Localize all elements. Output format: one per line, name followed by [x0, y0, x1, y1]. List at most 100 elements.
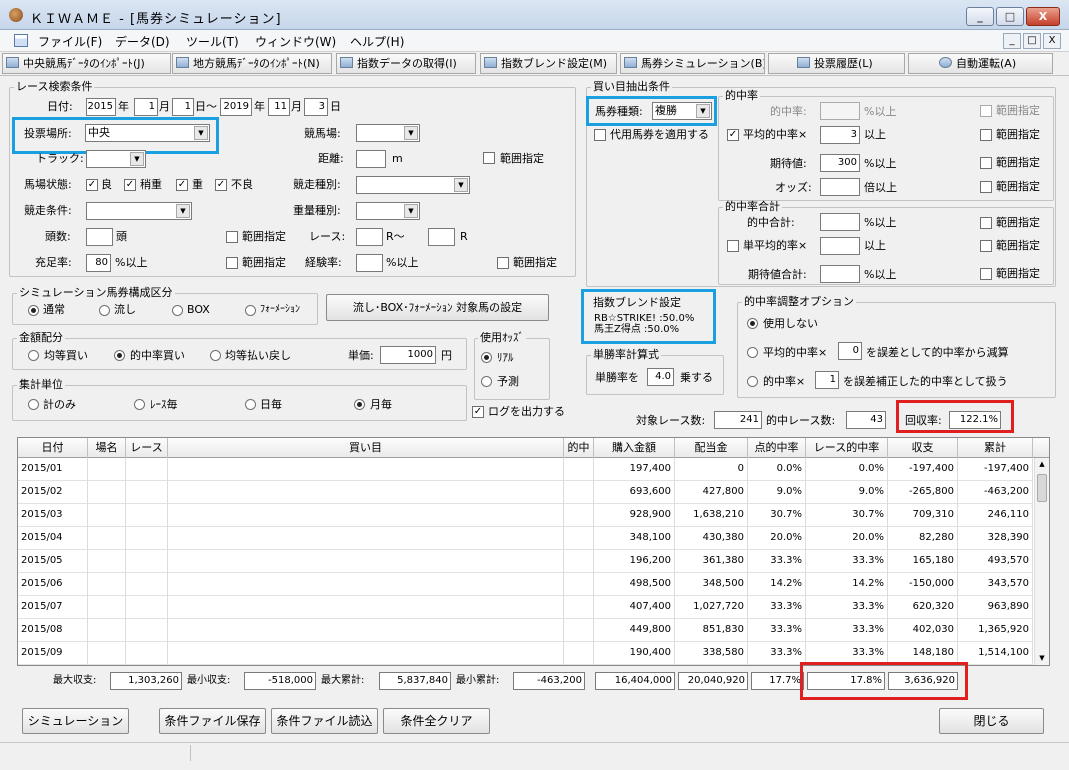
weight-type-select[interactable]: ▼ — [356, 202, 420, 220]
distance-input[interactable] — [356, 150, 386, 168]
col-date[interactable]: 日付 — [18, 438, 88, 458]
maximize-button[interactable]: □ — [996, 7, 1024, 26]
menu-file[interactable]: ファイル(F) — [38, 33, 102, 50]
odds-input[interactable] — [820, 178, 860, 196]
money-hit-radio[interactable] — [114, 350, 125, 361]
chevron-up-icon[interactable]: ▲ — [1037, 460, 1047, 470]
cond-good-checkbox[interactable]: ✓ — [86, 179, 98, 191]
clear-condition-button[interactable]: 条件全クリア — [383, 708, 490, 734]
distance-range-checkbox[interactable] — [483, 152, 495, 164]
mdi-close-button[interactable]: X — [1043, 33, 1061, 49]
target-horse-button[interactable]: 流し･BOX･ﾌｫｰﾒｰｼｮﾝ 対象馬の設定 — [326, 294, 549, 321]
cond-bad-checkbox[interactable]: ✓ — [215, 179, 227, 191]
total-hit-range-checkbox[interactable] — [980, 217, 992, 229]
from-year-input[interactable]: 2015 — [86, 98, 116, 116]
agg-race-radio[interactable] — [134, 399, 145, 410]
sim-box-radio[interactable] — [172, 305, 183, 316]
menu-data[interactable]: データ(D) — [115, 33, 170, 50]
adjust-correct-radio[interactable] — [747, 376, 758, 387]
heads-input[interactable] — [86, 228, 113, 246]
index-fetch-button[interactable]: 指数データの取得(I) — [336, 53, 476, 74]
venue-select[interactable]: 中央 ▼ — [85, 124, 210, 142]
simulation-tab-button[interactable]: 馬券シミュレーション(B) — [620, 53, 765, 74]
from-day-input[interactable]: 1 — [172, 98, 194, 116]
course-select[interactable]: ▼ — [356, 124, 420, 142]
menu-tools[interactable]: ツール(T) — [186, 33, 239, 50]
close-window-button[interactable]: X — [1026, 7, 1060, 26]
col-race-hit[interactable]: レース的中率 — [806, 438, 888, 458]
col-point-hit[interactable]: 点的中率 — [748, 438, 806, 458]
money-payout-radio[interactable] — [210, 350, 221, 361]
agg-day-radio[interactable] — [245, 399, 256, 410]
mdi-restore-button[interactable]: □ — [1023, 33, 1041, 49]
sim-formation-radio[interactable] — [245, 305, 256, 316]
ev-total-input[interactable] — [820, 265, 860, 283]
to-day-input[interactable]: 3 — [304, 98, 328, 116]
table-row[interactable]: 2015/06 498,500 348,500 14.2% 14.2% -150,000 3… — [18, 573, 1033, 596]
total-hit-input[interactable] — [820, 213, 860, 231]
col-balance[interactable]: 収支 — [888, 438, 958, 458]
import-local-button[interactable]: 地方競馬ﾃﾞｰﾀのｲﾝﾎﾟｰﾄ(N) — [172, 53, 332, 74]
race-from-input[interactable] — [356, 228, 383, 246]
import-central-button[interactable]: 中央競馬ﾃﾞｰﾀのｲﾝﾎﾟｰﾄ(J) — [2, 53, 171, 74]
race-type-select[interactable]: ▼ — [356, 176, 470, 194]
winrate-input[interactable]: 4.0 — [647, 368, 674, 386]
close-button[interactable]: 閉じる — [939, 708, 1044, 734]
load-condition-button[interactable]: 条件ファイル読込 — [271, 708, 378, 734]
minimize-button[interactable]: _ — [966, 7, 994, 26]
cond-heavy-checkbox[interactable]: ✓ — [176, 179, 188, 191]
simulate-button[interactable]: シミュレーション — [22, 708, 129, 734]
sim-nagashi-radio[interactable] — [99, 305, 110, 316]
unit-price-input[interactable]: 1000 — [380, 346, 436, 364]
expected-value-input[interactable]: 300 — [820, 154, 860, 172]
substitute-checkbox[interactable] — [594, 129, 606, 141]
single-avg-checkbox[interactable] — [727, 240, 739, 252]
from-month-input[interactable]: 1 — [134, 98, 158, 116]
odds-real-radio[interactable] — [481, 352, 492, 363]
fill-rate-input[interactable]: 80 — [86, 254, 111, 272]
col-purchase[interactable]: 購入金額 — [594, 438, 675, 458]
to-month-input[interactable]: 11 — [268, 98, 290, 116]
save-condition-button[interactable]: 条件ファイル保存 — [159, 708, 266, 734]
table-row[interactable]: 2015/07 407,400 1,027,720 33.3% 33.3% 620,320… — [18, 596, 1033, 619]
table-row[interactable]: 2015/01 197,400 0 0.0% 0.0% -197,400 -197,400 — [18, 458, 1033, 481]
odds-range-checkbox[interactable] — [980, 181, 992, 193]
avg-range-checkbox[interactable] — [980, 129, 992, 141]
heads-range-checkbox[interactable] — [226, 231, 238, 243]
vote-history-button[interactable]: 投票履歴(L) — [768, 53, 905, 74]
adjust-correct-input[interactable]: 1 — [815, 371, 839, 389]
scroll-thumb[interactable] — [1037, 474, 1047, 502]
single-avg-range-checkbox[interactable] — [980, 240, 992, 252]
table-row[interactable]: 2015/02 693,600 427,800 9.0% 9.0% -265,800 -46… — [18, 481, 1033, 504]
col-payout[interactable]: 配当金 — [675, 438, 748, 458]
ev-range-checkbox[interactable] — [980, 157, 992, 169]
fill-range-checkbox[interactable] — [226, 257, 238, 269]
race-condition-select[interactable]: ▼ — [86, 202, 192, 220]
mdi-minimize-button[interactable]: _ — [1003, 33, 1021, 49]
log-output-checkbox[interactable]: ✓ — [472, 406, 484, 418]
bet-type-select[interactable]: 複勝 ▼ — [652, 102, 712, 120]
adjust-none-radio[interactable] — [747, 318, 758, 329]
blend-setting-button[interactable]: 指数ブレンド設定(M) — [480, 53, 617, 74]
track-select[interactable]: ▼ — [86, 150, 146, 168]
avg-hit-input[interactable]: 3 — [820, 126, 860, 144]
agg-month-radio[interactable] — [354, 399, 365, 410]
experience-range-checkbox[interactable] — [497, 257, 509, 269]
agg-total-radio[interactable] — [28, 399, 39, 410]
money-equal-radio[interactable] — [28, 350, 39, 361]
results-table[interactable]: 日付 場名 レース 買い目 的中 購入金額 配当金 点的中率 レース的中率 収支… — [17, 437, 1050, 666]
table-row[interactable]: 2015/04 348,100 430,380 20.0% 20.0% 82,280 328… — [18, 527, 1033, 550]
to-year-input[interactable]: 2019 — [220, 98, 252, 116]
col-hit[interactable]: 的中 — [564, 438, 594, 458]
avg-hit-checkbox[interactable]: ✓ — [727, 129, 739, 141]
chevron-down-icon[interactable]: ▼ — [1037, 654, 1047, 664]
adjust-subtract-radio[interactable] — [747, 347, 758, 358]
adjust-subtract-input[interactable]: 0 — [838, 342, 862, 360]
col-bet[interactable]: 買い目 — [168, 438, 564, 458]
vertical-scrollbar[interactable]: ▲ ▼ — [1034, 458, 1049, 665]
table-row[interactable]: 2015/05 196,200 361,380 33.3% 33.3% 165,180 49… — [18, 550, 1033, 573]
experience-rate-input[interactable] — [356, 254, 383, 272]
menu-help[interactable]: ヘルプ(H) — [350, 33, 404, 50]
cond-slightly-heavy-checkbox[interactable]: ✓ — [124, 179, 136, 191]
menu-window[interactable]: ウィンドウ(W) — [255, 33, 336, 50]
